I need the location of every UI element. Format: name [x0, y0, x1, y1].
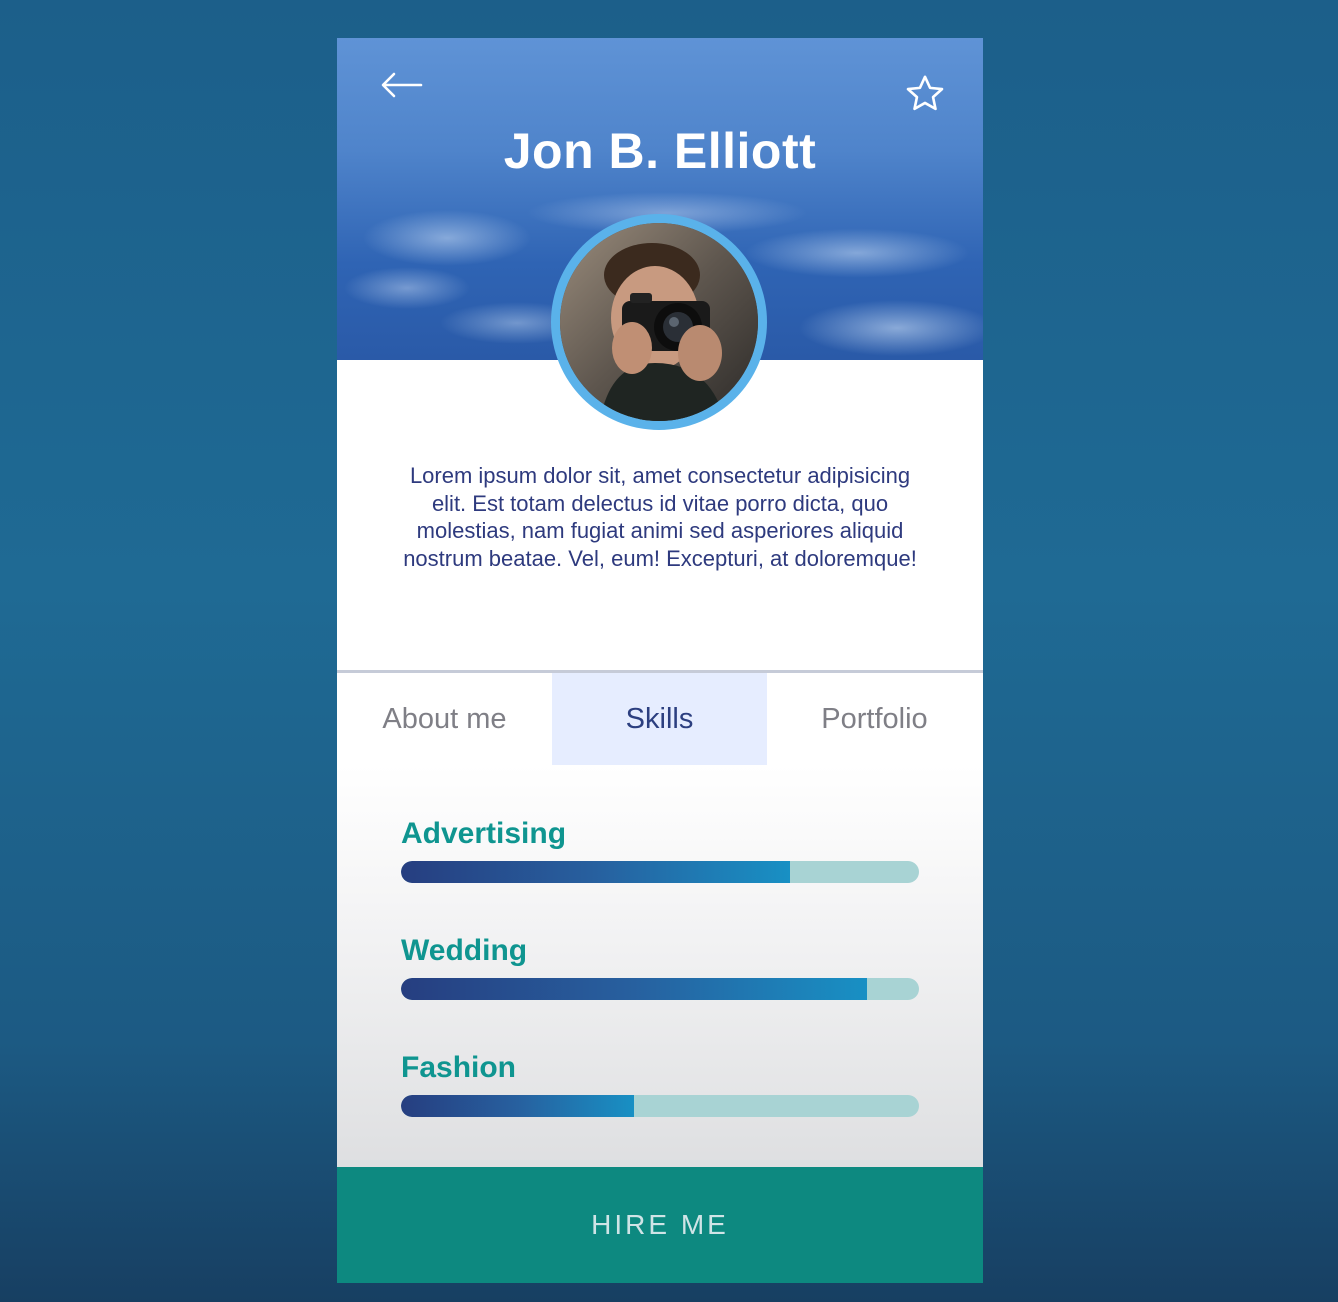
profile-bio: Lorem ipsum dolor sit, amet consectetur …: [403, 463, 917, 571]
avatar: [560, 223, 758, 421]
profile-name: Jon B. Elliott: [503, 123, 817, 179]
skills-panel: Advertising Wedding Fashion: [337, 765, 983, 1167]
tab-portfolio[interactable]: Portfolio: [767, 673, 982, 765]
skill-wedding: Wedding: [401, 934, 919, 1000]
star-outline-icon: [906, 75, 944, 111]
skill-advertising: Advertising: [401, 817, 919, 883]
skill-progress-bar: [401, 1095, 919, 1117]
photographer-avatar-image: [560, 223, 758, 421]
favorite-button[interactable]: [903, 72, 947, 116]
skill-progress-fill: [401, 861, 790, 883]
skill-progress-bar: [401, 861, 919, 883]
skill-fashion: Fashion: [401, 1051, 919, 1117]
profile-tabs: About me Skills Portfolio: [337, 673, 983, 765]
skill-label: Wedding: [401, 934, 528, 967]
hire-me-button[interactable]: HIRE ME: [337, 1167, 983, 1283]
skill-progress-fill: [401, 1095, 635, 1117]
tab-about-me[interactable]: About me: [337, 673, 552, 765]
arrow-left-icon: [381, 72, 423, 98]
profile-screen: Jon B. Elliott Lorem ipsum dolor sit, am…: [337, 38, 983, 1283]
tab-skills[interactable]: Skills: [552, 673, 767, 765]
avatar-ring: [551, 214, 767, 430]
skill-label: Advertising: [401, 817, 567, 850]
skill-progress-bar: [401, 978, 919, 1000]
back-button[interactable]: [377, 68, 425, 102]
skill-progress-fill: [401, 978, 868, 1000]
skill-label: Fashion: [401, 1051, 517, 1084]
